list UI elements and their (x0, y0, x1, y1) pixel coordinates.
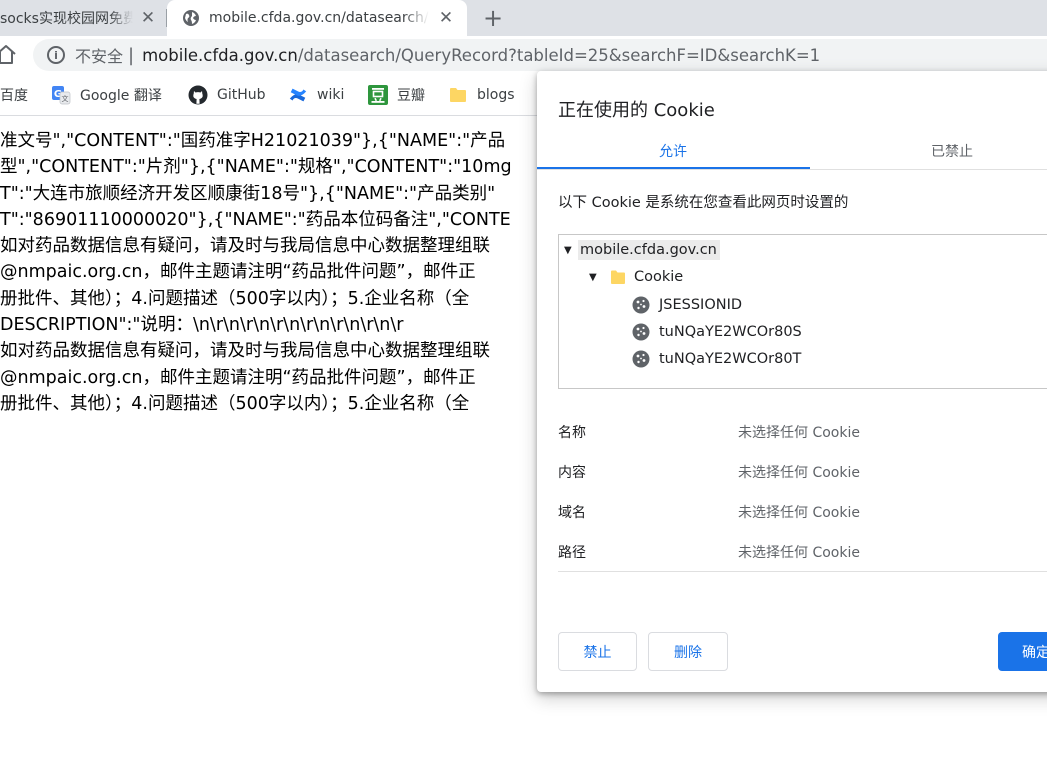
address-bar[interactable]: i 不安全 | mobile.cfda.gov.cn/datasearch/Qu… (33, 39, 1047, 71)
url-host: mobile.cfda.gov.cn (142, 45, 298, 65)
caret-down-icon[interactable]: ▼ (564, 245, 578, 256)
folder-icon (611, 270, 625, 284)
home-icon[interactable] (0, 43, 18, 67)
tab-socks[interactable]: socks实现校园网免费上网 ✕ (0, 0, 165, 36)
tab-cfda[interactable]: mobile.cfda.gov.cn/datasearch/QueryRecor… (167, 0, 467, 36)
tree-node-domain[interactable]: ▼ mobile.cfda.gov.cn (564, 238, 720, 262)
url-text[interactable]: mobile.cfda.gov.cn/datasearch/QueryRecor… (142, 46, 820, 65)
url-separator: | (128, 44, 135, 66)
detail-key: 内容 (558, 465, 586, 481)
svg-text:文: 文 (62, 94, 69, 103)
dialog-title: 正在使用的 Cookie (558, 100, 715, 121)
detail-value: 未选择任何 Cookie (738, 545, 860, 561)
detail-value: 未选择任何 Cookie (738, 465, 860, 481)
security-indicator[interactable]: 不安全 (75, 43, 123, 67)
cookies-dialog: 正在使用的 Cookie 允许 已禁止 以下 Cookie 是系统在您查看此网页… (537, 71, 1047, 692)
plus-icon: + (482, 4, 504, 32)
bookmark-label: 豆瓣 (397, 87, 425, 104)
confluence-icon (288, 85, 308, 105)
bookmark-label: blogs (477, 86, 515, 103)
github-icon (188, 85, 208, 105)
google-translate-icon: G 文 (51, 85, 71, 105)
bookmark-google-translate[interactable]: G 文 Google 翻译 (51, 85, 162, 105)
tree-domain-label: mobile.cfda.gov.cn (578, 240, 720, 260)
close-icon[interactable]: ✕ (139, 8, 157, 28)
cookie-icon (632, 350, 650, 368)
toolbar: i 不安全 | mobile.cfda.gov.cn/datasearch/Qu… (0, 36, 1047, 74)
tab-blocked[interactable]: 已禁止 (931, 141, 973, 161)
tab-allowed[interactable]: 允许 (659, 141, 687, 161)
detail-key: 路径 (558, 545, 586, 561)
info-icon[interactable]: i (47, 46, 65, 64)
tree-node-cookie[interactable]: tuNQaYE2WCOr80S (632, 320, 802, 344)
bookmark-label: GitHub (217, 86, 266, 103)
cookie-name: JSESSIONID (659, 297, 743, 313)
bookmark-blogs[interactable]: blogs (448, 85, 515, 105)
bookmark-label: wiki (317, 86, 345, 103)
caret-down-icon[interactable]: ▼ (589, 272, 603, 283)
dialog-description: 以下 Cookie 是系统在您查看此网页时设置的 (558, 195, 849, 211)
close-icon[interactable]: ✕ (437, 8, 455, 28)
tabs-divider (537, 169, 1047, 170)
tab-title: mobile.cfda.gov.cn/datasearch/QueryRecor… (209, 10, 429, 26)
bookmark-baidu[interactable]: 百度 (0, 85, 28, 105)
tab-title: socks实现校园网免费上网 (0, 11, 133, 27)
tab-strip: socks实现校园网免费上网 ✕ mobile.cfda.gov.cn/data… (0, 0, 1047, 36)
globe-icon (183, 10, 199, 26)
cookie-tree[interactable]: ▼ mobile.cfda.gov.cn ▼ Cookie JSESSIONID (558, 234, 1047, 389)
tree-folder-label: Cookie (634, 269, 684, 285)
folder-icon (448, 85, 468, 105)
bookmark-github[interactable]: GitHub (188, 85, 266, 105)
douban-icon (368, 84, 388, 105)
bookmark-label: Google 翻译 (80, 87, 162, 104)
cookie-icon (632, 323, 650, 341)
bookmark-wiki[interactable]: wiki (288, 85, 344, 105)
tree-node-cookie[interactable]: tuNQaYE2WCOr80T (632, 347, 801, 371)
new-tab-button[interactable]: + (481, 4, 505, 32)
detail-key: 名称 (558, 425, 586, 441)
cookie-name: tuNQaYE2WCOr80S (659, 324, 802, 340)
bookmark-label: 百度 (0, 87, 28, 104)
details-divider (558, 571, 1047, 572)
tree-node-cookie[interactable]: JSESSIONID (632, 293, 742, 317)
cookie-name: tuNQaYE2WCOr80T (659, 351, 802, 367)
done-button[interactable]: 确定 (998, 632, 1047, 671)
remove-button[interactable]: 删除 (648, 632, 728, 671)
detail-value: 未选择任何 Cookie (738, 425, 860, 441)
bookmark-douban[interactable]: 豆瓣 (368, 84, 425, 105)
detail-value: 未选择任何 Cookie (738, 505, 860, 521)
detail-key: 域名 (558, 505, 586, 521)
cookie-icon (632, 296, 650, 314)
block-button[interactable]: 禁止 (558, 632, 637, 671)
tree-node-cookie-folder[interactable]: ▼ Cookie (589, 265, 683, 289)
url-path: /datasearch/QueryRecord?tableId=25&searc… (297, 45, 821, 65)
